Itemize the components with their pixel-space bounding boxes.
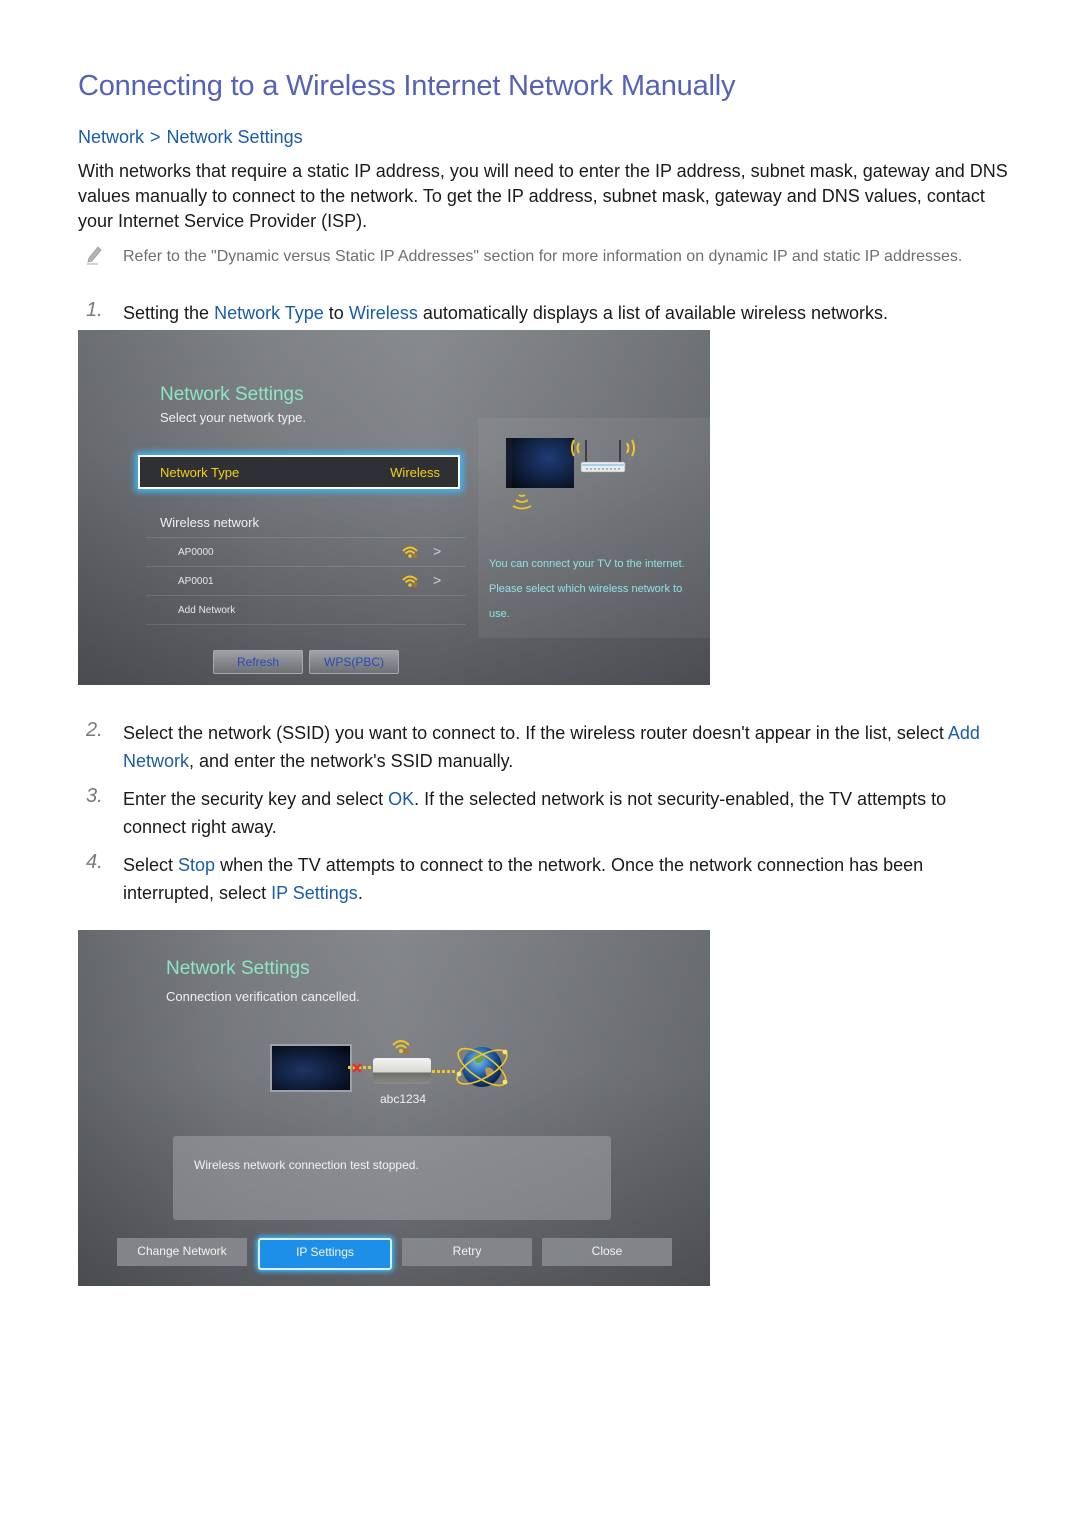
breadcrumb: Network > Network Settings: [78, 127, 303, 148]
term-stop: Stop: [178, 855, 216, 875]
signal-waves-icon: [511, 489, 533, 513]
step-number: 4.: [86, 851, 103, 873]
pencil-note-icon: [84, 243, 106, 265]
step-number: 2.: [86, 719, 103, 741]
screen-subtitle: Select your network type.: [160, 410, 306, 425]
tv-screen-connection-cancelled: Network Settings Connection verification…: [78, 930, 710, 1286]
step-text: when the TV attempts to connect to the n…: [123, 855, 924, 903]
tv-icon: [270, 1044, 352, 1092]
step-3: Enter the security key and select OK. If…: [123, 785, 1013, 841]
list-item-ap0000[interactable]: AP0000 >: [146, 537, 466, 566]
step-number: 1.: [86, 299, 103, 321]
chevron-right-icon: >: [150, 127, 161, 147]
chevron-right-icon: >: [433, 543, 442, 559]
screen-subtitle: Connection verification cancelled.: [166, 989, 360, 1004]
intro-paragraph: With networks that require a static IP a…: [78, 161, 1008, 231]
step-2: Select the network (SSID) you want to co…: [123, 719, 1013, 775]
step-text: Enter the security key and select: [123, 789, 389, 809]
step-text: Select: [123, 855, 179, 875]
network-type-value: Wireless: [390, 465, 440, 480]
wireless-network-header: Wireless network: [160, 515, 259, 530]
screen-title: Network Settings: [160, 384, 304, 405]
step-text: to: [323, 303, 349, 323]
wifi-secured-icon: [402, 574, 418, 588]
router-icon: [373, 1058, 431, 1084]
retry-button[interactable]: Retry: [402, 1238, 532, 1266]
wifi-secured-icon: [392, 1038, 410, 1054]
screen-title: Network Settings: [166, 958, 310, 979]
ssid-label: abc1234: [379, 1092, 427, 1106]
step-4: Select Stop when the TV attempts to conn…: [123, 851, 1013, 907]
network-type-selector[interactable]: Network Type Wireless: [138, 455, 460, 489]
refresh-button[interactable]: Refresh: [213, 650, 303, 674]
term-ok: OK: [388, 789, 415, 809]
network-name: AP0001: [178, 576, 214, 587]
disconnected-x-icon: [351, 1061, 363, 1073]
step-text: Setting the: [123, 303, 215, 323]
tv-icon: [506, 438, 574, 488]
status-message: Wireless network connection test stopped…: [194, 1158, 419, 1172]
step-text: .: [357, 883, 363, 903]
page-title: Connecting to a Wireless Internet Networ…: [78, 70, 736, 102]
ip-settings-button[interactable]: IP Settings: [258, 1238, 392, 1270]
globe-internet-icon: [452, 1038, 512, 1096]
list-item-add-network[interactable]: Add Network: [146, 595, 466, 625]
change-network-button[interactable]: Change Network: [117, 1238, 247, 1266]
chevron-right-icon: >: [433, 572, 442, 588]
tv-screen-network-type: Network Settings Select your network typ…: [78, 330, 710, 685]
wifi-secured-icon: [402, 545, 418, 559]
wps-pbc-button[interactable]: WPS(PBC): [309, 650, 399, 674]
list-item-ap0001[interactable]: AP0001 >: [146, 566, 466, 595]
breadcrumb-network[interactable]: Network: [78, 127, 144, 147]
step-number: 3.: [86, 785, 103, 807]
wireless-network-list: AP0000 > AP0001 > Add Network: [146, 537, 466, 625]
step-text: Select the network (SSID) you want to co…: [123, 723, 948, 743]
network-type-label: Network Type: [160, 465, 240, 480]
router-icon: [568, 434, 638, 474]
status-message-box: Wireless network connection test stopped…: [173, 1136, 611, 1220]
close-button[interactable]: Close: [542, 1238, 672, 1266]
network-name: Add Network: [178, 605, 236, 616]
step-1: Setting the Network Type to Wireless aut…: [123, 299, 1013, 327]
term-wireless: Wireless: [348, 303, 418, 323]
term-ip-settings: IP Settings: [271, 883, 358, 903]
step-text: automatically displays a list of availab…: [417, 303, 889, 323]
note-text: Refer to the "Dynamic versus Static IP A…: [123, 248, 963, 265]
network-name: AP0000: [178, 547, 214, 558]
info-text: You can connect your TV to the internet.…: [489, 558, 685, 620]
term-network-type: Network Type: [214, 303, 324, 323]
step-text: , and enter the network's SSID manually.: [189, 751, 514, 771]
breadcrumb-network-settings[interactable]: Network Settings: [167, 127, 303, 147]
